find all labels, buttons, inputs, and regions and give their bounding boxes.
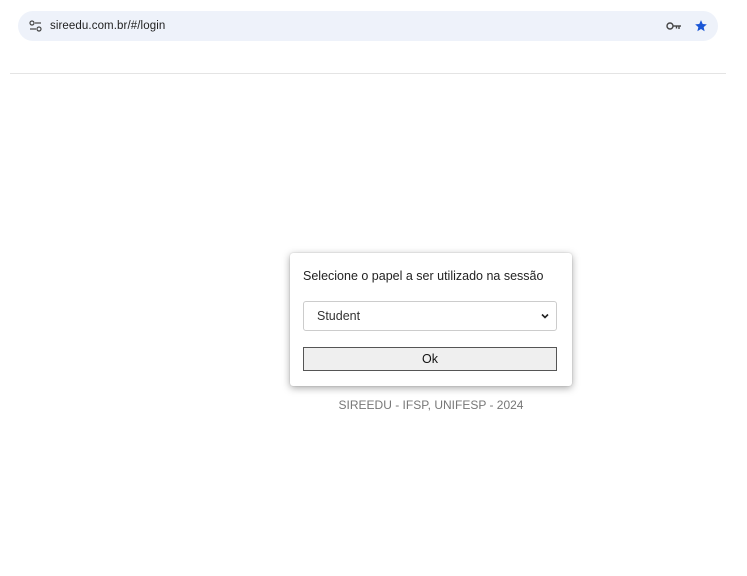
ok-button[interactable]: Ok bbox=[303, 347, 557, 371]
role-select[interactable]: Student bbox=[303, 301, 557, 331]
url-text[interactable]: sireedu.com.br/#/login bbox=[50, 20, 165, 32]
role-select-value: Student bbox=[317, 309, 361, 323]
address-bar[interactable]: sireedu.com.br/#/login bbox=[18, 11, 718, 41]
key-icon[interactable] bbox=[666, 21, 682, 31]
browser-toolbar: sireedu.com.br/#/login bbox=[0, 0, 747, 74]
site-info-icon[interactable] bbox=[28, 19, 42, 33]
chevron-down-icon bbox=[541, 313, 549, 319]
toolbar-divider bbox=[10, 73, 726, 74]
star-icon[interactable] bbox=[694, 19, 708, 33]
dialog-title: Selecione o papel a ser utilizado na ses… bbox=[303, 269, 544, 283]
footer-text: SIREEDU - IFSP, UNIFESP - 2024 bbox=[338, 398, 524, 412]
role-dialog: Selecione o papel a ser utilizado na ses… bbox=[290, 253, 572, 386]
